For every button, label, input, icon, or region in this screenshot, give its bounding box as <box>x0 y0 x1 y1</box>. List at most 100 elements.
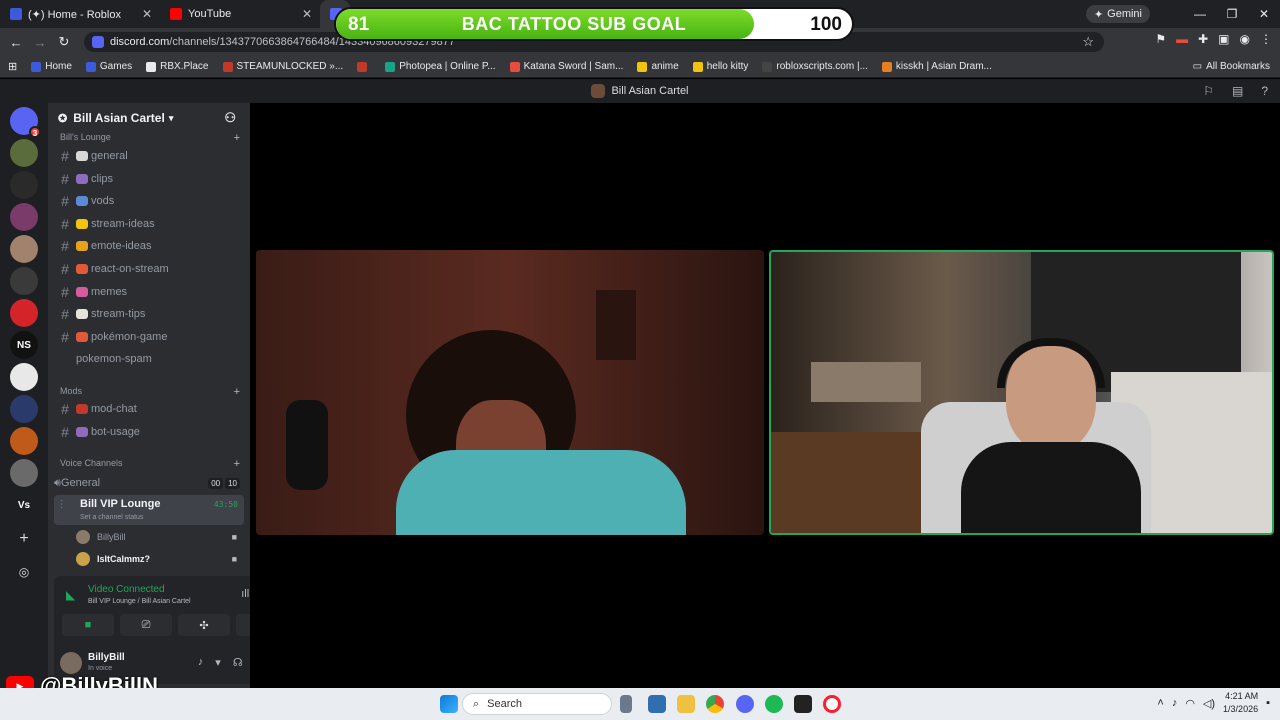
microphone-icon[interactable]: ♪ <box>198 656 204 669</box>
profile-avatar-icon[interactable]: ◉ <box>1240 32 1250 46</box>
opera-icon[interactable] <box>823 695 841 713</box>
voice-channel-general[interactable]: 🔊︎ General 00 10 <box>54 473 244 493</box>
close-window-icon[interactable]: ✕ <box>1248 7 1280 21</box>
gemini-button[interactable]: ✦ Gemini <box>1085 5 1150 23</box>
chevron-down-icon[interactable]: ▾ <box>215 656 221 669</box>
site-info-icon[interactable] <box>92 36 104 48</box>
windows-start-icon[interactable] <box>440 695 458 713</box>
voice-channel-active[interactable]: ⫶ Bill VIP Lounge 43:50 Set a channel st… <box>54 495 244 525</box>
add-channel-icon[interactable]: + <box>234 386 240 398</box>
activities-button[interactable]: ✣ <box>178 614 230 636</box>
add-server-icon[interactable]: + <box>10 525 38 553</box>
notifications-icon[interactable]: ▪ <box>1266 697 1270 709</box>
server-icon[interactable] <box>10 363 38 391</box>
bookmark-star-icon[interactable]: ☆ <box>1082 34 1094 50</box>
clock[interactable]: 4:21 AM 1/3/2026 <box>1223 690 1258 716</box>
discord-icon[interactable] <box>736 695 754 713</box>
bookmark-item[interactable]: Home <box>31 61 72 72</box>
all-bookmarks-folder[interactable]: ▭ All Bookmarks <box>1193 61 1270 72</box>
extensions-puzzle-icon[interactable]: ✚ <box>1198 32 1208 46</box>
forward-icon[interactable]: → <box>28 35 52 50</box>
server-icon[interactable] <box>10 427 38 455</box>
back-icon[interactable]: ← <box>4 35 28 50</box>
close-tab-icon[interactable]: ✕ <box>302 7 312 21</box>
server-icon[interactable] <box>10 203 38 231</box>
spotify-icon[interactable] <box>765 695 783 713</box>
wifi-icon[interactable]: ◠ <box>1185 697 1195 710</box>
channel-pokemon-spam[interactable]: pokemon-spam <box>54 349 244 369</box>
chrome-icon[interactable] <box>706 695 724 713</box>
menu-kebab-icon[interactable]: ⋮ <box>1260 32 1272 46</box>
maximize-icon[interactable]: ❐ <box>1216 7 1248 21</box>
bookmark-item[interactable]: anime <box>637 61 679 72</box>
bookmark-item[interactable]: Photopea | Online P... <box>385 61 496 72</box>
voice-location[interactable]: Bill VIP Lounge / Bill Asian Cartel <box>88 598 191 605</box>
direct-messages-icon[interactable]: 3 <box>10 107 41 138</box>
channel-vods[interactable]: # vods <box>54 191 244 211</box>
video-tile-isitcalmmz[interactable] <box>769 250 1274 535</box>
category-mods[interactable]: Mods + <box>60 386 240 398</box>
task-view-icon[interactable] <box>620 695 632 713</box>
channel-react-on-stream[interactable]: # react-on-stream <box>54 259 244 279</box>
add-channel-icon[interactable]: + <box>234 458 240 470</box>
store-icon[interactable] <box>648 695 666 713</box>
channel-memes[interactable]: # memes <box>54 282 244 302</box>
bookmark-item[interactable]: STEAMUNLOCKED »... <box>222 61 343 72</box>
category-lounge[interactable]: Bill's Lounge + <box>60 132 240 144</box>
android-app-icon[interactable] <box>794 695 812 713</box>
bookmark-item[interactable]: RBX.Place <box>146 61 209 72</box>
file-explorer-icon[interactable] <box>677 695 695 713</box>
channel-mod-chat[interactable]: # mod-chat <box>54 399 244 419</box>
channel-general[interactable]: # general <box>54 146 244 166</box>
extension-icon[interactable]: ⚑ <box>1155 32 1166 46</box>
reload-icon[interactable]: ↻ <box>52 34 76 50</box>
tab-roblox[interactable]: (✦) Home - Roblox ✕ <box>0 0 160 28</box>
headphones-icon[interactable]: ☊ <box>233 656 243 669</box>
inbox-icon[interactable]: ▤ <box>1232 84 1243 98</box>
channel-stream-tips[interactable]: # stream-tips <box>54 304 244 324</box>
server-icon[interactable] <box>10 235 38 263</box>
apps-grid-icon[interactable]: ⊞ <box>8 60 17 73</box>
bookmark-item[interactable]: Katana Sword | Sam... <box>509 61 623 72</box>
volume-icon[interactable]: ◁) <box>1203 697 1215 710</box>
avatar[interactable] <box>60 652 82 674</box>
close-tab-icon[interactable]: ✕ <box>142 7 152 21</box>
category-voice[interactable]: Voice Channels + <box>60 458 240 470</box>
microphone-tray-icon[interactable]: ♪ <box>1172 697 1178 709</box>
invite-people-icon[interactable]: ⚇ <box>224 110 236 126</box>
server-icon[interactable] <box>10 139 38 167</box>
server-icon[interactable]: Vs <box>10 491 38 519</box>
bookmark-item[interactable] <box>357 61 371 72</box>
channel-clips[interactable]: # clips <box>54 169 244 189</box>
sidepanel-icon[interactable]: ▣ <box>1218 32 1229 46</box>
bookmark-item[interactable]: Games <box>85 61 132 72</box>
channel-status-hint[interactable]: Set a channel status <box>80 514 143 521</box>
channel-pokémon-game[interactable]: # pokémon-game <box>54 327 244 347</box>
signal-icon[interactable]: ◣ <box>66 588 75 602</box>
screen-share-button[interactable]: ⎚ <box>120 614 172 636</box>
server-icon[interactable] <box>10 395 38 423</box>
server-icon[interactable] <box>10 267 38 295</box>
channel-stream-ideas[interactable]: # stream-ideas <box>54 214 244 234</box>
channel-emote-ideas[interactable]: # emote-ideas <box>54 236 244 256</box>
bookmark-item[interactable]: robloxscripts.com |... <box>762 61 868 72</box>
taskbar-search[interactable]: ⌕ Search <box>462 693 612 715</box>
voice-user[interactable]: IsItCalmmz? ■ <box>76 549 241 569</box>
discover-icon[interactable]: ◎ <box>10 558 38 586</box>
tab-youtube[interactable]: YouTube ✕ <box>160 0 320 28</box>
add-channel-icon[interactable]: + <box>234 132 240 144</box>
server-icon[interactable] <box>10 299 38 327</box>
help-icon[interactable]: ? <box>1261 84 1268 98</box>
bookmark-item[interactable]: hello kitty <box>692 61 748 72</box>
channel-bot-usage[interactable]: # bot-usage <box>54 422 244 442</box>
minimize-icon[interactable]: — <box>1184 7 1216 21</box>
server-icon[interactable] <box>10 459 38 487</box>
voice-status[interactable]: Video Connected <box>88 584 165 595</box>
server-icon[interactable]: NS <box>10 331 38 359</box>
record-icon[interactable]: ▬ <box>1176 32 1188 46</box>
server-icon[interactable] <box>10 171 38 199</box>
chevron-up-icon[interactable]: ˄ <box>1157 697 1163 709</box>
bookmark-item[interactable]: kisskh | Asian Dram... <box>881 61 992 72</box>
voice-user[interactable]: BillyBill ■ <box>76 527 241 547</box>
flag-icon[interactable]: ⚐ <box>1203 84 1214 98</box>
